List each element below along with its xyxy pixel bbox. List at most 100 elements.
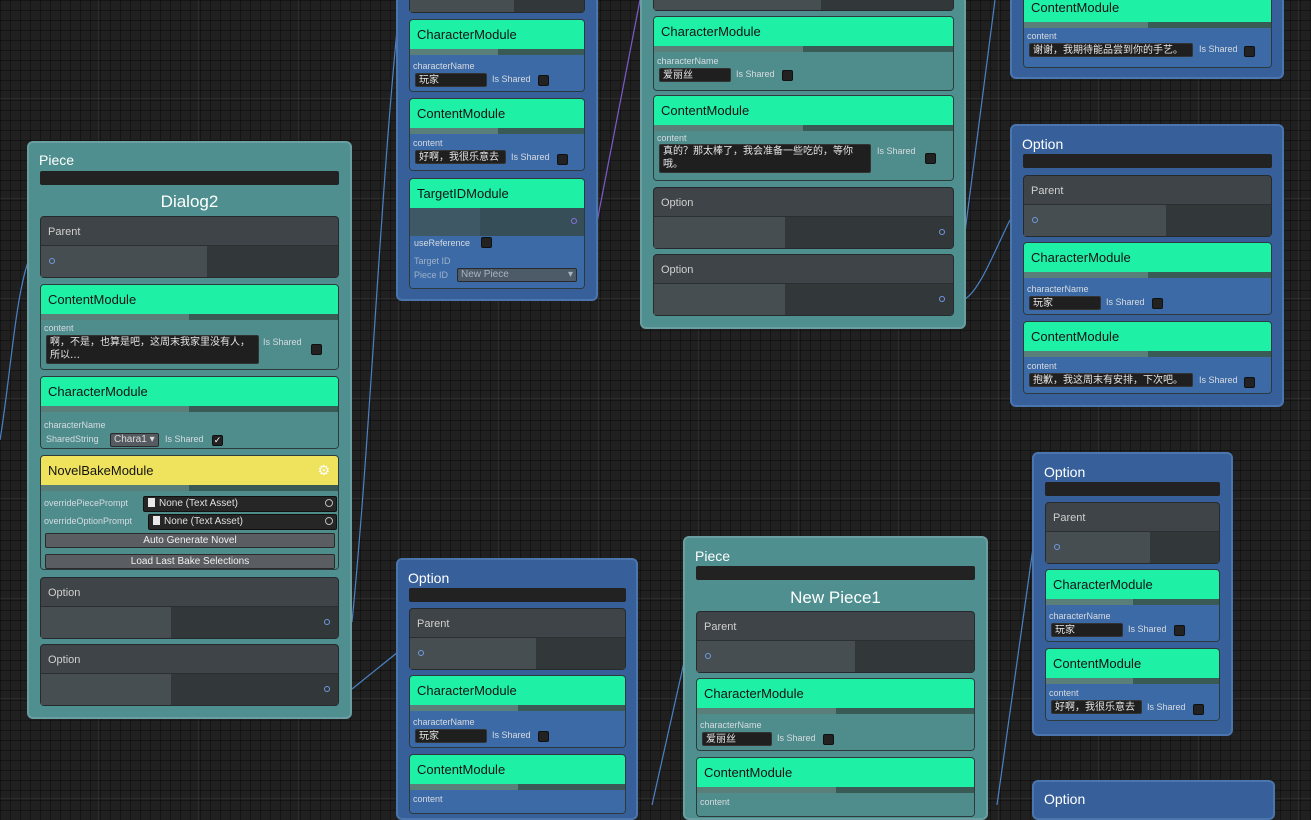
option-output-port[interactable] — [939, 296, 945, 302]
chevron-down-icon: ▾ — [567, 269, 573, 280]
character-module[interactable]: CharacterModule characterName 玩家 Is Shar… — [409, 675, 626, 748]
content-module[interactable]: ContentModule content 抱歉，我这周末有安排，下次吧。 Is… — [1023, 321, 1272, 394]
gear-icon[interactable]: ⚙ — [317, 462, 330, 479]
is-shared-checkbox[interactable] — [1193, 704, 1204, 715]
node-name-field[interactable] — [1023, 154, 1272, 168]
option-output-port[interactable] — [324, 619, 330, 625]
use-reference-checkbox[interactable] — [481, 237, 492, 248]
option-node-f[interactable]: Option Parent CharacterModule characterN… — [396, 558, 638, 820]
content-module[interactable]: ContentModule content — [696, 757, 975, 817]
character-name-field[interactable]: 玩家 — [415, 73, 487, 87]
content-module[interactable]: ContentModule content — [409, 754, 626, 814]
content-module[interactable]: ContentModule content 好啊，我很乐意去 Is Shared — [1045, 648, 1220, 721]
character-name-field[interactable]: 爱丽丝 — [702, 732, 772, 746]
is-shared-checkbox[interactable] — [782, 70, 793, 81]
is-shared-checkbox[interactable] — [1244, 46, 1255, 57]
content-field[interactable]: 谢谢，我期待能品尝到你的手艺。 — [1029, 43, 1193, 57]
content-module[interactable]: ContentModule content 真的？那太棒了，我会准备一些吃的，等… — [653, 95, 954, 181]
piece-node-b[interactable]: CharacterModule characterName 爱丽丝 Is Sha… — [640, 0, 966, 329]
is-shared-label: Is Shared — [492, 730, 531, 740]
option-node-a[interactable]: CharacterModule characterName 玩家 Is Shar… — [396, 0, 598, 301]
parent-input-port[interactable] — [49, 258, 55, 264]
target-id-label: Target ID — [414, 256, 451, 266]
is-shared-checkbox[interactable] — [925, 153, 936, 164]
character-module[interactable]: CharacterModule characterName 玩家 Is Shar… — [409, 19, 585, 92]
node-type-label: Piece — [695, 548, 731, 564]
content-field[interactable]: 抱歉，我这周末有安排，下次吧。 — [1029, 373, 1193, 387]
piece-node-dialog2[interactable]: Piece Dialog2 Parent ContentModule conte… — [27, 141, 352, 719]
piece-node-new-piece1[interactable]: Piece New Piece1 Parent CharacterModule … — [683, 536, 988, 820]
module-title: NovelBakeModule — [48, 463, 154, 478]
module-title: CharacterModule — [1031, 250, 1131, 265]
content-module[interactable]: ContentModule content 啊，不是，也算是吧，这周末我家里没有… — [40, 284, 339, 370]
module-title: ContentModule — [417, 106, 506, 121]
object-picker-icon[interactable] — [325, 499, 333, 507]
module-title: CharacterModule — [704, 686, 804, 701]
node-name-field[interactable] — [409, 588, 626, 602]
is-shared-checkbox[interactable] — [1152, 298, 1163, 309]
content-field[interactable]: 啊，不是，也算是吧，这周末我家里没有人，所以… — [46, 335, 259, 364]
option-node-d[interactable]: Option Parent CharacterModule characterN… — [1010, 124, 1284, 407]
module-title: CharacterModule — [661, 24, 761, 39]
character-module[interactable]: CharacterModule characterName SharedStri… — [40, 376, 339, 449]
parent-port-panel: Parent — [409, 608, 626, 670]
character-module[interactable]: CharacterModule characterName 玩家 Is Shar… — [1045, 569, 1220, 642]
object-picker-icon[interactable] — [325, 517, 333, 525]
option-port-panel: Option — [653, 187, 954, 249]
character-name-field[interactable]: 玩家 — [1051, 623, 1123, 637]
character-name-label: characterName — [1049, 611, 1111, 621]
override-option-prompt-field[interactable]: None (Text Asset) — [148, 514, 337, 530]
option-label: Option — [48, 654, 81, 666]
target-output-port[interactable] — [571, 218, 577, 224]
is-shared-label: Is Shared — [877, 146, 916, 156]
character-module[interactable]: CharacterModule characterName 爱丽丝 Is Sha… — [653, 16, 954, 91]
is-shared-checkbox[interactable] — [1244, 377, 1255, 388]
character-module[interactable]: CharacterModule characterName 玩家 Is Shar… — [1023, 242, 1272, 315]
option-output-port[interactable] — [939, 229, 945, 235]
node-name-field[interactable] — [40, 171, 339, 185]
parent-label: Parent — [1053, 512, 1086, 524]
is-shared-checkbox-checked[interactable]: ✓ — [212, 435, 223, 446]
is-shared-checkbox[interactable] — [311, 344, 322, 355]
novel-bake-module[interactable]: NovelBakeModule ⚙ overridePiecePrompt No… — [40, 455, 339, 570]
is-shared-checkbox[interactable] — [1174, 625, 1185, 636]
parent-input-port[interactable] — [418, 650, 424, 656]
option-node-g[interactable]: Option — [1032, 780, 1275, 820]
override-piece-prompt-field[interactable]: None (Text Asset) — [143, 496, 337, 512]
module-title: CharacterModule — [48, 384, 148, 399]
module-title: ContentModule — [1031, 329, 1120, 344]
content-field[interactable]: 好啊，我很乐意去 — [415, 150, 506, 164]
is-shared-checkbox[interactable] — [538, 731, 549, 742]
piece-id-value: New Piece — [461, 269, 509, 280]
auto-generate-novel-button[interactable]: Auto Generate Novel — [45, 533, 335, 548]
content-module[interactable]: ContentModule content 好啊，我很乐意去 Is Shared — [409, 98, 585, 171]
node-name-field[interactable] — [1045, 482, 1220, 496]
target-id-module[interactable]: TargetIDModule useReference Target ID Pi… — [409, 178, 585, 289]
option-port-panel: Option — [40, 577, 339, 639]
node-name-field[interactable] — [696, 566, 975, 580]
load-last-bake-selections-button[interactable]: Load Last Bake Selections — [45, 554, 335, 569]
shared-string-label: SharedString — [46, 434, 99, 444]
chara-dropdown[interactable]: Chara1 ▾ — [110, 433, 159, 447]
content-module[interactable]: ContentModule content 谢谢，我期待能品尝到你的手艺。 Is… — [1023, 0, 1272, 68]
option-node-e[interactable]: Option Parent CharacterModule characterN… — [1032, 452, 1233, 736]
content-field[interactable]: 好啊，我很乐意去 — [1051, 700, 1142, 714]
option-output-port[interactable] — [324, 686, 330, 692]
module-title: CharacterModule — [1053, 577, 1153, 592]
is-shared-checkbox[interactable] — [823, 734, 834, 745]
character-name-field[interactable]: 玩家 — [415, 729, 487, 743]
character-name-field[interactable]: 玩家 — [1029, 296, 1101, 310]
content-field[interactable]: 真的？那太棒了，我会准备一些吃的，等你哦。 — [659, 144, 871, 173]
is-shared-checkbox[interactable] — [538, 75, 549, 86]
piece-id-dropdown[interactable]: New Piece ▾ — [457, 268, 577, 282]
parent-label: Parent — [1031, 185, 1064, 197]
content-label: content — [657, 133, 687, 143]
is-shared-checkbox[interactable] — [557, 154, 568, 165]
parent-input-port[interactable] — [1054, 544, 1060, 550]
character-name-field[interactable]: 爱丽丝 — [659, 68, 731, 82]
parent-input-port[interactable] — [705, 653, 711, 659]
option-node-c[interactable]: ContentModule content 谢谢，我期待能品尝到你的手艺。 Is… — [1010, 0, 1284, 79]
content-label: content — [413, 794, 443, 804]
character-module[interactable]: CharacterModule characterName 爱丽丝 Is Sha… — [696, 678, 975, 751]
parent-input-port[interactable] — [1032, 217, 1038, 223]
